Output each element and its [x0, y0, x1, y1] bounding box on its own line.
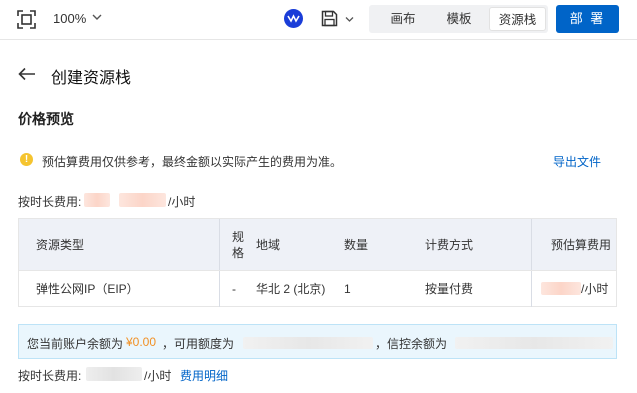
- chevron-down-icon[interactable]: [92, 12, 102, 22]
- redacted-value: [541, 282, 581, 295]
- redacted-value: [455, 337, 613, 349]
- redacted-value: [119, 193, 166, 207]
- fee-detail-link[interactable]: 费用明细: [180, 367, 228, 384]
- redacted-value: [84, 193, 110, 207]
- balance-amount: ¥0.00: [126, 335, 157, 349]
- tab-resource-stack[interactable]: 资源栈: [489, 7, 546, 31]
- credit-control-label: ，信控余额为: [375, 337, 448, 351]
- toolbar: 100% 画布 模板 资源栈 部 署: [0, 0, 637, 40]
- redacted-value: [86, 367, 142, 381]
- column-divider: [219, 219, 220, 307]
- price-table: 资源类型 规格 地域 数量 计费方式 预估算费用 弹性公网IP（EIP） - 华…: [18, 218, 617, 307]
- cell-count: 1: [344, 281, 351, 296]
- export-file-link[interactable]: 导出文件: [553, 153, 601, 170]
- footer-hourly-unit: /小时: [144, 369, 172, 383]
- hourly-fee-unit: /小时: [168, 195, 196, 209]
- cell-billing: 按量付费: [425, 282, 474, 296]
- price-notice: 预估算费用仅供参考，最终金额以实际产生的费用为准。: [42, 155, 343, 169]
- cell-fee-unit: /小时: [581, 282, 609, 296]
- available-credit-label: ，可用额度为: [162, 337, 235, 351]
- column-divider: [531, 219, 532, 307]
- table-header: [19, 219, 616, 270]
- page-title: 创建资源栈: [51, 70, 132, 87]
- column-header: 预估算费用: [551, 238, 612, 252]
- save-icon[interactable]: [321, 10, 338, 27]
- fit-screen-icon[interactable]: [17, 10, 36, 29]
- zoom-level[interactable]: 100%: [53, 11, 86, 26]
- tab-canvas[interactable]: 画布: [375, 7, 431, 31]
- tab-template[interactable]: 模板: [431, 7, 487, 31]
- balance-prefix: 您当前账户余额为: [27, 337, 124, 351]
- chevron-down-icon[interactable]: [345, 15, 354, 24]
- column-header: 计费方式: [425, 238, 474, 252]
- cell-spec: -: [232, 281, 236, 296]
- app-logo-icon[interactable]: [284, 9, 303, 28]
- section-title: 价格预览: [18, 111, 74, 127]
- footer-hourly-label: 按时长费用:: [18, 369, 82, 383]
- warning-icon: !: [20, 153, 33, 166]
- balance-notice: 您当前账户余额为 ¥0.00 ，可用额度为 ，信控余额为: [18, 324, 617, 359]
- deploy-button[interactable]: 部 署: [556, 5, 619, 33]
- redacted-value: [243, 337, 373, 349]
- column-header: 规格: [232, 229, 245, 260]
- cell-resource-type: 弹性公网IP（EIP）: [36, 282, 139, 296]
- arrow-left-icon[interactable]: [18, 67, 36, 81]
- column-header: 资源类型: [36, 238, 85, 252]
- mode-tabs: 画布 模板 资源栈: [369, 5, 548, 33]
- column-header: 地域: [256, 238, 281, 252]
- cell-region: 华北 2 (北京): [256, 282, 326, 296]
- column-header: 数量: [344, 238, 369, 252]
- hourly-fee-label: 按时长费用:: [18, 195, 82, 209]
